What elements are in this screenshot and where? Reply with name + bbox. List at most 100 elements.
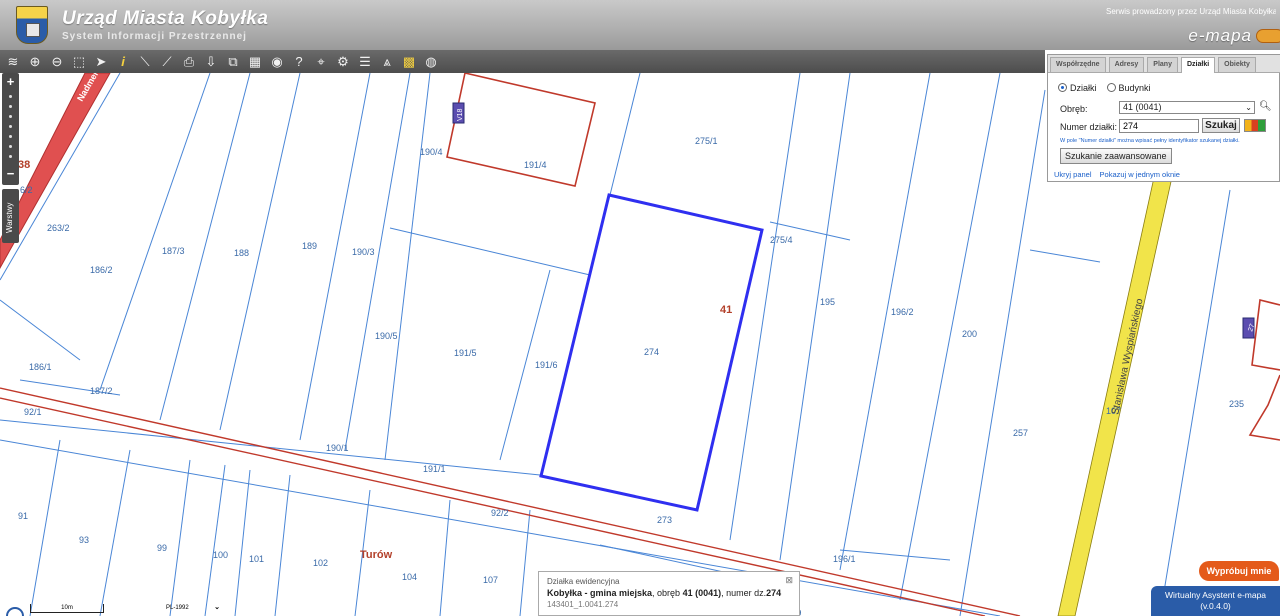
parcel-label: 263/2 [47,223,70,233]
parcel-number-input[interactable] [1119,119,1199,133]
search-type-radios: Działki Budynki [1058,83,1151,93]
zoom-extent-icon[interactable]: ⬚ [70,53,88,71]
road-badge-v18-label: V18 [457,108,464,121]
obreb-number-label: 41 [720,304,732,316]
close-icon[interactable]: ⊠ [785,575,793,586]
hide-panel-link[interactable]: Ukryj panel [1054,170,1092,179]
parcel-label: 100 [213,550,228,560]
tab-obiekty[interactable]: Obiekty [1218,57,1256,72]
parcel-label: 189 [302,241,317,251]
parcel-label: 191/6 [535,360,558,370]
tab-wspolrzedne[interactable]: Współrzędne [1050,57,1106,72]
parcel-label: 275/4 [770,235,793,245]
virtual-assistant-button[interactable]: Wirtualny Asystent e-mapa (v.0.4.0) [1151,586,1280,616]
highlight-color-icon[interactable] [1244,119,1266,132]
search-icon[interactable]: 🔍︎ [1259,101,1272,112]
parcel-label: 107 [483,575,498,585]
search-tabs: Współrzędne Adresy Plany Działki Obiekty [1048,55,1280,73]
parcel-label: 191/4 [524,160,547,170]
panel-links: Ukryj panel Pokazuj w jednym oknie [1054,170,1180,179]
layers-tab[interactable]: Warstwy [2,189,19,243]
parcel-label: 188 [234,248,249,258]
obreb-label: Obręb: [1060,104,1088,114]
crs-select[interactable]: PL-1992 ⌄ [166,603,224,614]
search-hint: W pole "Numer działki" można wpisać pełn… [1060,138,1240,144]
parcel-label: 195 [820,297,835,307]
list-icon[interactable]: ☰ [356,53,374,71]
chevron-down-icon: ⌄ [214,604,220,611]
print-icon[interactable]: ⎙ [180,53,198,71]
comment-icon[interactable]: ◉ [268,53,286,71]
advanced-search-button[interactable]: Szukanie zaawansowane [1060,148,1172,164]
marker-icon[interactable]: ◍ [422,53,440,71]
parcel-label: 200 [962,329,977,339]
zoom-out-icon[interactable]: ⊖ [48,53,66,71]
settings-icon[interactable]: ⚙ [334,53,352,71]
parcel-label: 190/5 [375,331,398,341]
parcel-label: 275/1 [695,136,718,146]
map-toolbar: ≋ ⊕ ⊖ ⬚ ➤ 𝒊 ⟍ ⟋ ⎙ ⇩ ⧉ ▦ ◉ ? ⌖ ⚙ ☰ ⩓ ▩ ◍ [0,50,1045,73]
parcel-label: 273 [657,515,672,525]
header-bar: Urząd Miasta Kobyłka System Informacji P… [0,0,1280,50]
export-icon[interactable]: ⧉ [224,53,242,71]
app-title: Urząd Miasta Kobyłka [62,8,269,29]
measure-line-icon[interactable]: ⟍ [136,53,154,71]
parcel-label: 196/1 [833,554,856,564]
identify-icon[interactable]: ⌖ [312,53,330,71]
zoom-slider[interactable]: + − [2,73,19,185]
radio-dzialki[interactable]: Działki [1058,83,1097,93]
markup-icon[interactable]: ⩓ [378,53,396,71]
popup-title: Działka ewidencyjna [547,577,620,586]
obreb-select[interactable]: 41 (0041) ⌄ [1119,101,1255,114]
parcel-label: 93 [79,535,89,545]
parcel-label: 102 [313,558,328,568]
side-number-label: 38 [18,159,30,171]
zoom-in-icon[interactable]: ⊕ [26,53,44,71]
try-me-button[interactable]: Wypróbuj mnie [1199,561,1279,581]
tab-plany[interactable]: Plany [1147,57,1178,72]
app-window: Urząd Miasta Kobyłka System Informacji P… [0,0,1280,616]
tab-adresy[interactable]: Adresy [1108,57,1145,72]
layers-icon[interactable]: ≋ [4,53,22,71]
parcel-label: 274 [644,347,659,357]
parcel-label: 235 [1229,399,1244,409]
parcel-label: 196/2 [891,307,914,317]
parcel-label: 257 [1013,428,1028,438]
table-icon[interactable]: ▦ [246,53,264,71]
emapa-logo: e-mapa [1188,26,1252,45]
numer-label: Numer działki: [1060,122,1118,132]
search-button[interactable]: Szukaj [1202,118,1240,133]
city-crest-icon [16,6,48,44]
parcel-label: 187/3 [162,246,185,256]
parcel-label: 92/1 [24,407,42,417]
parcel-label: 190/1 [326,443,349,453]
road-badge-27-label: 27 [1247,323,1256,333]
download-icon[interactable]: ⇩ [202,53,220,71]
single-window-link[interactable]: Pokazuj w jednym oknie [1100,170,1180,179]
parcel-label: 104 [402,572,417,582]
tab-dzialki[interactable]: Działki [1180,57,1216,73]
help-icon[interactable]: ? [290,53,308,71]
search-panel: Współrzędne Adresy Plany Działki Obiekty… [1047,54,1280,182]
parcel-label: 187/2 [90,386,113,396]
layers-tab-label: Warstwy [5,202,14,233]
parcel-label: 186/1 [29,362,52,372]
emapa-badge-icon [1256,29,1280,43]
radio-budynki[interactable]: Budynki [1106,83,1151,93]
popup-description: Kobyłka - gmina miejska, obręb 41 (0041)… [547,588,782,598]
grid-icon[interactable]: ▩ [400,53,418,71]
service-provider-text: Serwis prowadzony przez Urząd Miasta Kob… [1106,7,1276,16]
parcel-label: 190/3 [352,247,375,257]
pointer-icon[interactable]: ➤ [92,53,110,71]
zoom-minus-icon[interactable]: − [2,167,19,181]
side-number-label-2: 6/2 [20,185,33,195]
info-icon[interactable]: 𝒊 [114,53,132,71]
zoom-plus-icon[interactable]: + [2,75,19,89]
parcel-label: 92/2 [491,508,509,518]
parcel-label: 99 [157,543,167,553]
measure-area-icon[interactable]: ⟋ [158,53,176,71]
chevron-down-icon: ⌄ [1245,103,1252,112]
scale-bar: 10m [30,604,104,613]
parcel-info-popup: Działka ewidencyjna Kobyłka - gmina miej… [538,571,800,616]
app-subtitle: System Informacji Przestrzennej [62,31,247,42]
